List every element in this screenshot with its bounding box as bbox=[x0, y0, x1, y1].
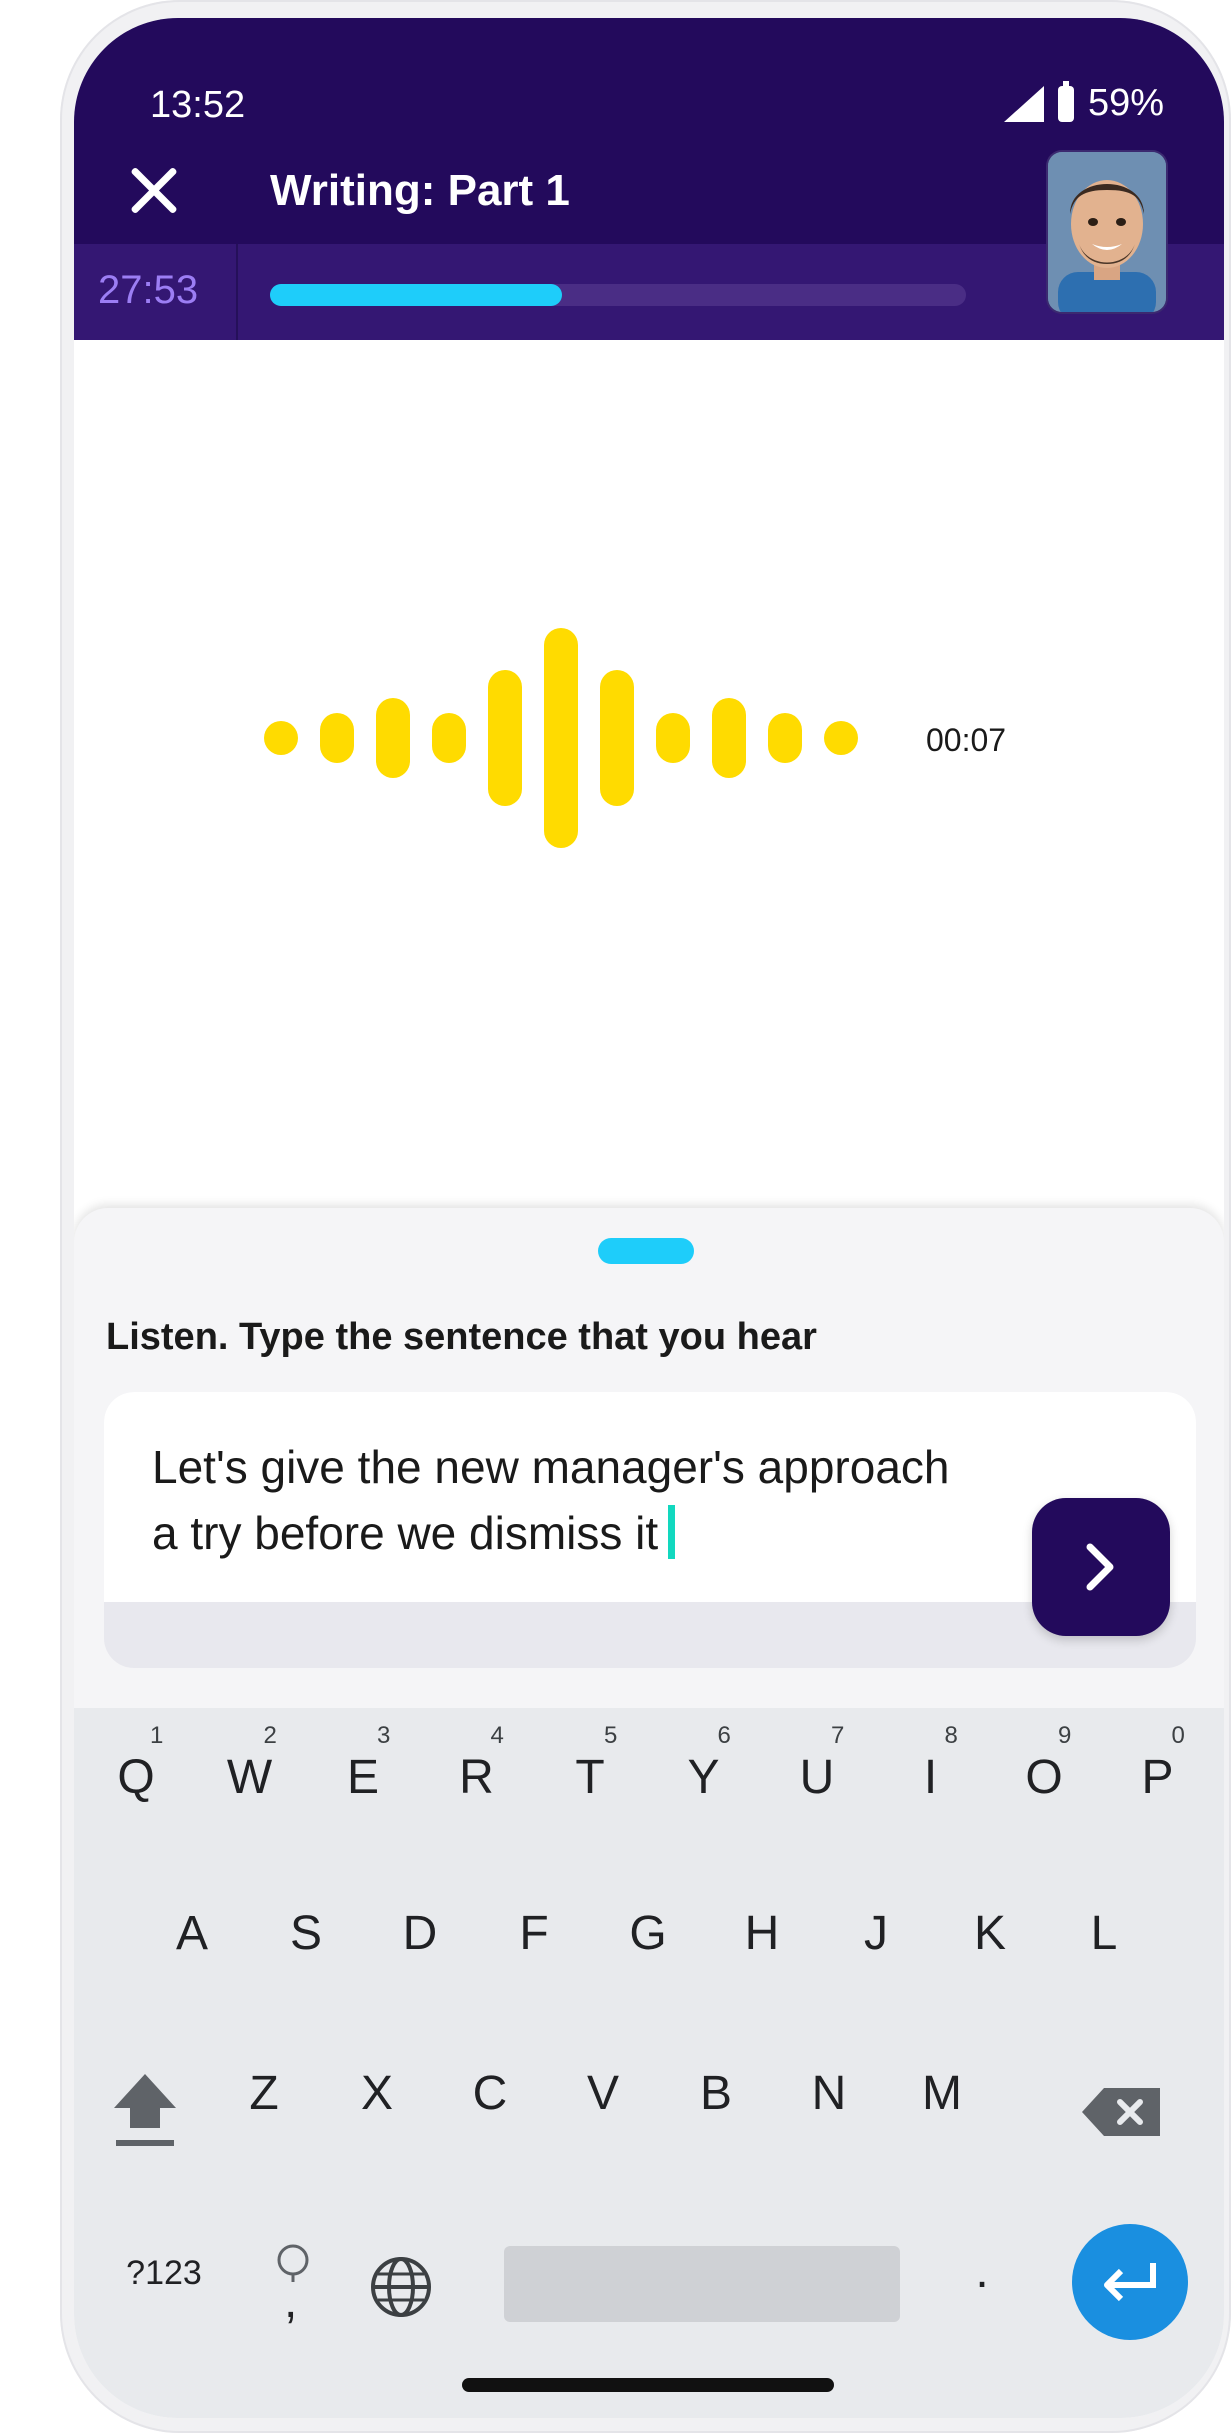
wave-bar bbox=[544, 628, 578, 848]
battery-icon bbox=[1057, 80, 1074, 122]
key-m[interactable]: M bbox=[902, 2066, 982, 2121]
key-z[interactable]: Z bbox=[224, 2066, 304, 2121]
key-hint-number: 7 bbox=[831, 1722, 845, 1749]
avatar bbox=[1048, 152, 1166, 312]
key-l[interactable]: L bbox=[1064, 1906, 1144, 1961]
key-k[interactable]: K bbox=[950, 1906, 1030, 1961]
progress-fill bbox=[270, 284, 563, 306]
submit-button[interactable] bbox=[1032, 1498, 1170, 1636]
key-comma[interactable]: , bbox=[248, 2230, 338, 2328]
key-hint-number: 9 bbox=[1058, 1722, 1072, 1749]
key-p[interactable]: P bbox=[1118, 1750, 1198, 1805]
audio-duration: 00:07 bbox=[926, 722, 1007, 758]
shift-key[interactable] bbox=[102, 2064, 188, 2154]
key-g[interactable]: G bbox=[608, 1906, 688, 1961]
backspace-key[interactable] bbox=[1078, 2082, 1168, 2142]
text-caret bbox=[668, 1505, 676, 1559]
wave-bar bbox=[264, 721, 298, 755]
signal-icon bbox=[1003, 85, 1044, 122]
key-s[interactable]: S bbox=[266, 1906, 346, 1961]
page-title: Writing: Part 1 bbox=[270, 166, 570, 215]
key-hint-number: 4 bbox=[490, 1722, 504, 1749]
key-f[interactable]: F bbox=[494, 1906, 574, 1961]
key-a[interactable]: A bbox=[152, 1906, 232, 1961]
avatar-image bbox=[1048, 152, 1166, 312]
home-indicator[interactable] bbox=[462, 2378, 834, 2392]
key-c[interactable]: C bbox=[450, 2066, 530, 2121]
audio-waveform[interactable] bbox=[264, 618, 894, 858]
timer-text: 27:53 bbox=[98, 268, 199, 312]
key-t[interactable]: T bbox=[550, 1750, 630, 1805]
key-hint-number: 5 bbox=[604, 1722, 618, 1749]
wave-bar bbox=[656, 713, 690, 763]
globe-icon[interactable] bbox=[368, 2254, 434, 2320]
close-icon[interactable] bbox=[122, 158, 186, 222]
answer-text: Let's give the new manager's approach a … bbox=[152, 1434, 1052, 1566]
key-symbols[interactable]: ?123 bbox=[104, 2254, 224, 2293]
key-r[interactable]: R bbox=[437, 1750, 517, 1805]
key-d[interactable]: D bbox=[380, 1906, 460, 1961]
shift-icon bbox=[114, 2074, 176, 2146]
wave-bar bbox=[600, 670, 634, 806]
key-h[interactable]: H bbox=[722, 1906, 802, 1961]
key-u[interactable]: U bbox=[777, 1750, 857, 1805]
key-hint-number: 1 bbox=[150, 1722, 164, 1749]
wave-bar bbox=[376, 698, 410, 778]
enter-key[interactable] bbox=[1072, 2224, 1188, 2340]
key-x[interactable]: X bbox=[337, 2066, 417, 2121]
key-y[interactable]: Y bbox=[664, 1750, 744, 1805]
drag-handle[interactable] bbox=[598, 1238, 694, 1264]
key-v[interactable]: V bbox=[563, 2066, 643, 2121]
status-time: 13:52 bbox=[150, 84, 246, 126]
answer-line-1: Let's give the new manager's approach bbox=[152, 1441, 950, 1493]
space-key[interactable] bbox=[504, 2246, 900, 2322]
divider bbox=[236, 244, 238, 340]
key-b[interactable]: B bbox=[676, 2066, 756, 2121]
wave-bar bbox=[432, 713, 466, 763]
answer-line-2: a try before we dismiss it bbox=[152, 1500, 1052, 1566]
status-icons: 59% bbox=[1003, 80, 1164, 125]
key-q[interactable]: Q bbox=[96, 1750, 176, 1805]
key-n[interactable]: N bbox=[789, 2066, 869, 2121]
key-hint-number: 8 bbox=[944, 1722, 958, 1749]
backspace-icon bbox=[1082, 2088, 1160, 2136]
progress-bar bbox=[270, 284, 966, 306]
app-screen: 13:52 59% Writing: Part 1 27:53 00:07 Li… bbox=[74, 18, 1224, 2418]
battery-percent: 59% bbox=[1087, 82, 1164, 124]
key-j[interactable]: J bbox=[836, 1906, 916, 1961]
key-hint-number: 0 bbox=[1171, 1722, 1185, 1749]
key-o[interactable]: O bbox=[1004, 1750, 1084, 1805]
wave-bar bbox=[320, 713, 354, 763]
key-hint-number: 3 bbox=[377, 1722, 391, 1749]
wave-bar bbox=[768, 713, 802, 763]
key-w[interactable]: W bbox=[210, 1750, 290, 1805]
key-period[interactable]: . bbox=[942, 2244, 1022, 2299]
comma-label: , bbox=[284, 2275, 298, 2328]
key-i[interactable]: I bbox=[891, 1750, 971, 1805]
key-hint-number: 6 bbox=[717, 1722, 731, 1749]
chevron-right-icon bbox=[1086, 1543, 1114, 1591]
task-instruction: Listen. Type the sentence that you hear bbox=[106, 1316, 817, 1358]
key-hint-number: 2 bbox=[263, 1722, 277, 1749]
enter-icon bbox=[1104, 2263, 1156, 2302]
answer-line-2-text: a try before we dismiss it bbox=[152, 1507, 659, 1559]
wave-bar bbox=[824, 721, 858, 755]
key-e[interactable]: E bbox=[323, 1750, 403, 1805]
wave-bar bbox=[488, 670, 522, 806]
wave-bar bbox=[712, 698, 746, 778]
